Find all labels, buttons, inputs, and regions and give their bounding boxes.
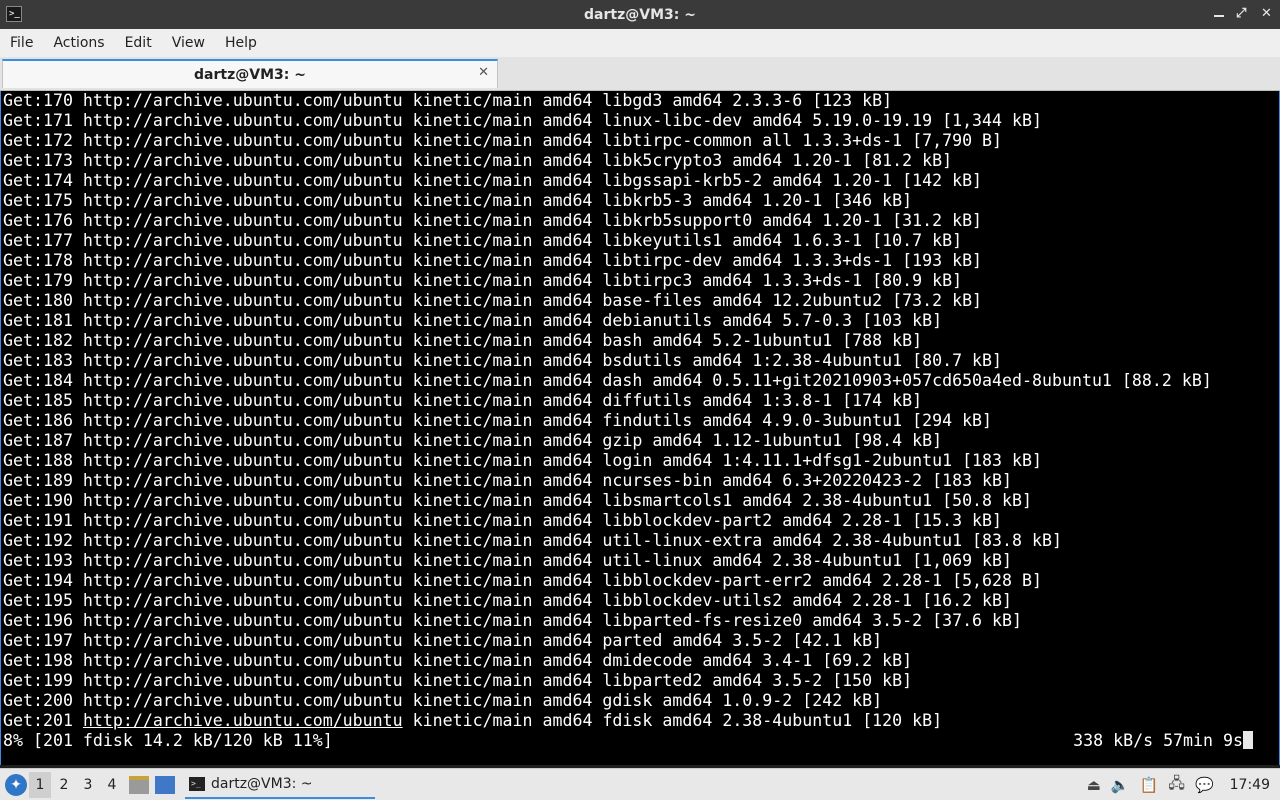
terminal-icon: >_ [189,777,205,791]
menu-bar: File Actions Edit View Help [0,29,1280,57]
terminal-line: Get:180 http://archive.ubuntu.com/ubuntu… [3,291,983,310]
taskbar-window-label: dartz@VM3: ~ [211,776,313,792]
terminal-cursor [1243,731,1253,749]
menu-help[interactable]: Help [215,29,267,57]
show-desktop-icon[interactable] [155,776,175,794]
workspace-2[interactable]: 2 [53,772,75,798]
terminal-line: Get:178 http://archive.ubuntu.com/ubuntu… [3,251,983,270]
terminal-lines: Get:170 http://archive.ubuntu.com/ubuntu… [3,91,1279,711]
terminal-line: Get:199 http://archive.ubuntu.com/ubuntu… [3,671,913,690]
taskbar-window-terminal[interactable]: >_ dartz@VM3: ~ [185,771,375,799]
terminal-line: Get:194 http://archive.ubuntu.com/ubuntu… [3,571,1042,590]
tab-terminal[interactable]: dartz@VM3: ~ ✕ [2,59,498,88]
terminal-line: Get:187 http://archive.ubuntu.com/ubuntu… [3,431,943,450]
terminal-line: Get:181 http://archive.ubuntu.com/ubuntu… [3,311,943,330]
menu-edit[interactable]: Edit [115,29,162,57]
terminal-line: Get:189 http://archive.ubuntu.com/ubuntu… [3,471,1013,490]
terminal-line: Get:171 http://archive.ubuntu.com/ubuntu… [3,111,1042,130]
taskbar: ✦ 1 2 3 4 >_ dartz@VM3: ~ ⏏ 🔈 📋 🖧 💬 17:4… [0,768,1280,800]
window-controls [1212,0,1274,29]
file-manager-icon[interactable] [129,776,149,794]
tab-close-icon[interactable]: ✕ [478,65,489,80]
desktop: >_ dartz@VM3: ~ File Actions Edit View H… [0,0,1280,800]
terminal-app-icon[interactable]: >_ [6,6,22,22]
terminal-line: Get:184 http://archive.ubuntu.com/ubuntu… [3,371,1212,390]
apt-progress-line: 8% [201 fdisk 14.2 kB/120 kB 11%] 338 kB… [3,731,1279,751]
notifications-icon[interactable]: 💬 [1195,776,1214,794]
menu-view[interactable]: View [162,29,215,57]
terminal-line: Get:177 http://archive.ubuntu.com/ubuntu… [3,231,963,250]
progress-rate-text: 338 kB/s 57min 9s [1073,731,1243,750]
terminal-line: Get:192 http://archive.ubuntu.com/ubuntu… [3,531,1062,550]
maximize-button[interactable] [1236,6,1250,22]
terminal-line: Get:183 http://archive.ubuntu.com/ubuntu… [3,351,1003,370]
terminal-line: Get:176 http://archive.ubuntu.com/ubuntu… [3,211,983,230]
start-menu-icon[interactable]: ✦ [5,774,27,796]
close-window-button[interactable] [1260,6,1274,22]
terminal-line: Get:200 http://archive.ubuntu.com/ubuntu… [3,691,883,710]
tab-bar: dartz@VM3: ~ ✕ [0,57,1280,91]
network-icon[interactable]: 🖧 [1168,773,1185,798]
workspace-4[interactable]: 4 [101,772,123,798]
terminal-line: Get:193 http://archive.ubuntu.com/ubuntu… [3,551,1013,570]
window-titlebar[interactable]: >_ dartz@VM3: ~ [0,0,1280,29]
volume-icon[interactable]: 🔈 [1111,776,1130,794]
terminal-line-current: Get:201 http://archive.ubuntu.com/ubuntu… [3,711,1279,731]
terminal-line: Get:179 http://archive.ubuntu.com/ubuntu… [3,271,963,290]
terminal-line: Get:197 http://archive.ubuntu.com/ubuntu… [3,631,883,650]
terminal-line: Get:191 http://archive.ubuntu.com/ubuntu… [3,511,1003,530]
hovered-url-link[interactable]: http://archive.ubuntu.com/ubuntu [83,711,403,730]
terminal-line: Get:170 http://archive.ubuntu.com/ubuntu… [3,91,893,110]
terminal-line: Get:172 http://archive.ubuntu.com/ubuntu… [3,131,1003,150]
menu-actions[interactable]: Actions [43,29,114,57]
minimize-button[interactable] [1212,8,1226,22]
menu-file[interactable]: File [0,29,43,57]
terminal-line: Get:175 http://archive.ubuntu.com/ubuntu… [3,191,913,210]
terminal-line: Get:182 http://archive.ubuntu.com/ubuntu… [3,331,923,350]
system-tray: ⏏ 🔈 📋 🖧 💬 17:49 [1087,773,1270,798]
progress-rate: 338 kB/s 57min 9s [1073,731,1253,751]
terminal-line: Get:186 http://archive.ubuntu.com/ubuntu… [3,411,993,430]
terminal-line: Get:173 http://archive.ubuntu.com/ubuntu… [3,151,953,170]
tab-label: dartz@VM3: ~ [194,66,306,83]
terminal-output[interactable]: Get:170 http://archive.ubuntu.com/ubuntu… [0,91,1280,765]
line-prefix: Get:201 [3,711,83,730]
clipboard-icon[interactable]: 📋 [1140,776,1159,794]
progress-status: 8% [201 fdisk 14.2 kB/120 kB 11%] [3,731,333,750]
terminal-line: Get:188 http://archive.ubuntu.com/ubuntu… [3,451,1042,470]
terminal-line: Get:195 http://archive.ubuntu.com/ubuntu… [3,591,1013,610]
terminal-line: Get:174 http://archive.ubuntu.com/ubuntu… [3,171,983,190]
terminal-line: Get:196 http://archive.ubuntu.com/ubuntu… [3,611,1023,630]
workspace-3[interactable]: 3 [77,772,99,798]
terminal-line: Get:185 http://archive.ubuntu.com/ubuntu… [3,391,923,410]
line-rest: kinetic/main amd64 fdisk amd64 2.38-4ubu… [402,711,943,730]
terminal-line: Get:198 http://archive.ubuntu.com/ubuntu… [3,651,913,670]
window-title: dartz@VM3: ~ [584,6,696,23]
terminal-line: Get:190 http://archive.ubuntu.com/ubuntu… [3,491,1032,510]
workspace-1[interactable]: 1 [29,772,51,798]
tray-arrow-icon[interactable]: ⏏ [1087,776,1101,794]
clock[interactable]: 17:49 [1230,777,1270,793]
